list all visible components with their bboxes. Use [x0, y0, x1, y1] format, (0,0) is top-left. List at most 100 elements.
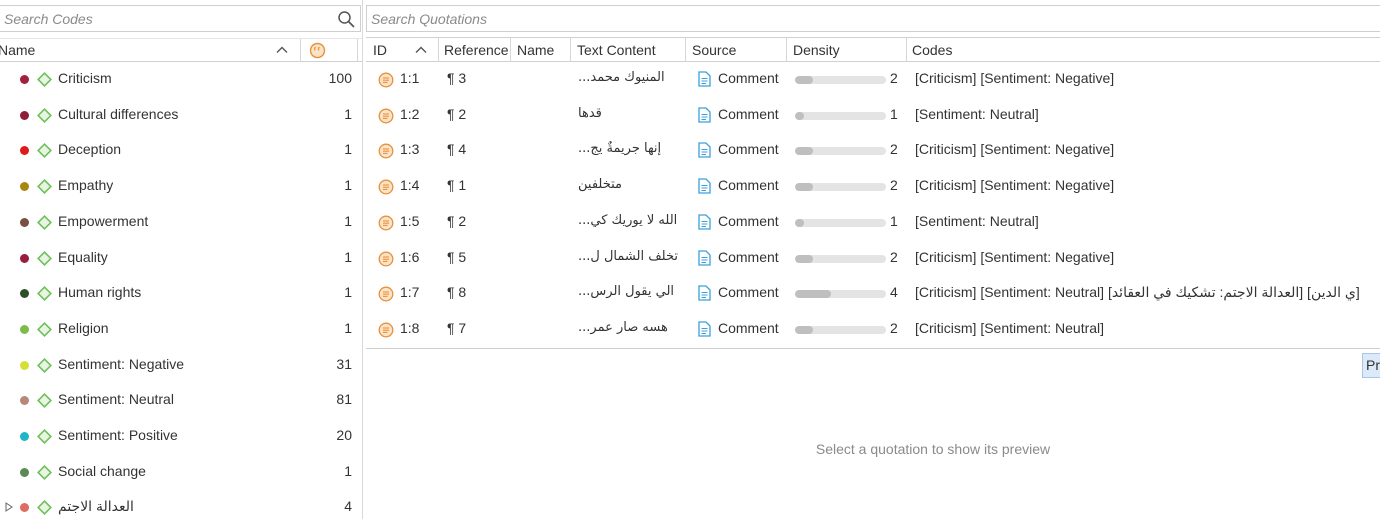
search-icon[interactable] — [337, 10, 355, 28]
density-bar-fill — [795, 111, 805, 120]
code-list-item[interactable]: Empathy 1 — [0, 169, 362, 204]
code-list-item[interactable]: Equality 1 — [0, 241, 362, 276]
column-separator[interactable] — [438, 38, 439, 62]
density-bar-fill — [795, 147, 814, 156]
column-separator[interactable] — [786, 38, 787, 62]
code-list-item[interactable]: Social change 1 — [0, 455, 362, 490]
code-quotation-count: 1 — [344, 248, 352, 265]
chevron-up-icon[interactable] — [275, 43, 289, 57]
quotation-source: Comment — [718, 248, 779, 265]
column-header-reference[interactable]: Reference — [444, 42, 509, 58]
density-bar — [795, 111, 886, 120]
quotations-search-box[interactable] — [366, 5, 1380, 32]
code-quotation-count: 1 — [344, 141, 352, 158]
expand-arrow-icon[interactable] — [5, 502, 13, 513]
code-color-dot — [20, 75, 29, 84]
quotation-id: 1:6 — [400, 248, 420, 265]
header-separator[interactable] — [300, 39, 301, 62]
quotation-row[interactable]: 1:4 ¶ 1 متخلفين Comment 2 [Criticism] [S… — [366, 169, 1380, 204]
column-header-codes[interactable]: Codes — [912, 42, 952, 58]
column-separator[interactable] — [570, 38, 571, 62]
column-header-text-content[interactable]: Text Content — [577, 42, 656, 58]
column-separator[interactable] — [906, 38, 907, 62]
code-list-item[interactable]: Deception 1 — [0, 133, 362, 168]
column-header-source[interactable]: Source — [692, 42, 736, 58]
quotation-density: 2 — [890, 177, 898, 194]
quotation-codes: [Criticism] [Sentiment: Neutral] — [915, 319, 1105, 336]
column-header-id[interactable]: ID — [373, 42, 387, 58]
code-list-item[interactable]: Empowerment 1 — [0, 205, 362, 240]
header-separator[interactable] — [357, 39, 358, 62]
quotation-row[interactable]: 1:2 ¶ 2 قدها Comment 1 [Sentiment: Neutr… — [366, 98, 1380, 133]
quotation-density: 4 — [890, 284, 898, 301]
code-list-item[interactable]: العدالة الاجتم 4 — [0, 490, 362, 519]
codes-list-header: Name — [0, 38, 362, 62]
quotation-icon — [378, 108, 394, 124]
quotation-count-icon[interactable] — [309, 42, 326, 59]
quotations-pane: ID Reference Name Text Content Source De… — [366, 0, 1380, 519]
density-bar — [795, 254, 886, 263]
document-icon — [698, 107, 711, 123]
code-color-dot — [20, 360, 29, 370]
code-color-dot — [20, 253, 29, 263]
quotation-reference: ¶ 4 — [447, 141, 467, 158]
code-list-item[interactable]: Sentiment: Positive 20 — [0, 419, 362, 454]
quotation-density: 2 — [890, 141, 898, 158]
code-label: Sentiment: Positive — [58, 427, 178, 443]
quotation-text-content: الله لا يوريك كي... — [578, 212, 678, 228]
quotation-codes: [Sentiment: Neutral] — [915, 212, 1039, 229]
column-separator[interactable] — [510, 38, 511, 62]
chevron-up-icon[interactable] — [414, 43, 428, 57]
quotation-icon — [378, 179, 394, 195]
code-quotation-count: 100 — [328, 70, 352, 86]
quotation-row[interactable]: 1:3 ¶ 4 إنها جريمةٌ يج... Comment 2 [Cri… — [366, 133, 1380, 168]
codes-search-input[interactable] — [0, 6, 360, 31]
quotation-source: Comment — [718, 105, 779, 122]
quotation-reference: ¶ 2 — [447, 212, 467, 229]
code-color-dot — [20, 467, 29, 477]
code-color-dot — [20, 110, 29, 120]
quotation-row[interactable]: 1:8 ¶ 7 هسه صار عمر... Comment 2 [Critic… — [366, 312, 1380, 347]
quotations-table-header: ID Reference Name Text Content Source De… — [366, 37, 1380, 62]
document-icon — [698, 321, 711, 337]
code-color-dot — [20, 432, 29, 441]
code-label: Human rights — [58, 284, 142, 301]
code-list-item[interactable]: Sentiment: Neutral 81 — [0, 383, 362, 418]
code-color-dot — [20, 503, 29, 513]
quotation-text-content: الي يقول الرس... — [578, 284, 675, 300]
code-list-item[interactable]: Criticism 100 — [0, 62, 362, 97]
column-header-name[interactable]: Name — [517, 42, 554, 58]
quotation-codes: [Sentiment: Neutral] — [915, 105, 1039, 122]
quotation-row[interactable]: 1:6 ¶ 5 تخلف الشمال ل... Comment 2 [Crit… — [366, 241, 1380, 276]
preview-button[interactable]: Pr — [1362, 353, 1380, 378]
quotation-density: 1 — [890, 212, 898, 229]
code-label: Deception — [58, 141, 122, 158]
column-header-name[interactable]: Name — [0, 42, 35, 58]
quotation-text-content: إنها جريمةٌ يج... — [578, 141, 662, 157]
column-separator[interactable] — [685, 38, 686, 62]
quotations-search-input[interactable] — [367, 6, 1380, 31]
quotation-density: 2 — [890, 70, 898, 86]
code-diamond-icon — [37, 72, 52, 87]
quotation-reference: ¶ 3 — [447, 70, 467, 86]
quotation-row[interactable]: 1:5 ¶ 2 الله لا يوريك كي... Comment 1 [S… — [366, 205, 1380, 240]
code-quotation-count: 1 — [344, 462, 352, 479]
quotation-row[interactable]: 1:1 ¶ 3 المنيوك محمد... Comment 2 [Criti… — [366, 62, 1380, 97]
code-list-item[interactable]: Cultural differences 1 — [0, 98, 362, 133]
document-icon — [698, 285, 711, 301]
column-header-density[interactable]: Density — [793, 42, 840, 58]
code-quotation-count: 1 — [344, 177, 352, 194]
quotation-text-content: تخلف الشمال ل... — [578, 248, 678, 264]
code-diamond-icon — [37, 393, 52, 409]
density-bar — [795, 325, 886, 334]
code-list-item[interactable]: Human rights 1 — [0, 276, 362, 311]
code-quotation-count: 1 — [344, 284, 352, 301]
quotation-reference: ¶ 7 — [447, 319, 467, 336]
code-list-item[interactable]: Sentiment: Negative 31 — [0, 348, 362, 383]
density-bar — [795, 290, 886, 299]
codes-search-box[interactable] — [0, 5, 361, 32]
quotation-codes: [Criticism] [Sentiment: Negative] — [915, 70, 1115, 86]
code-list-item[interactable]: Religion 1 — [0, 312, 362, 347]
quotation-row[interactable]: 1:7 ¶ 8 الي يقول الرس... Comment 4 [Crit… — [366, 276, 1380, 311]
code-quotation-count: 4 — [344, 498, 352, 515]
